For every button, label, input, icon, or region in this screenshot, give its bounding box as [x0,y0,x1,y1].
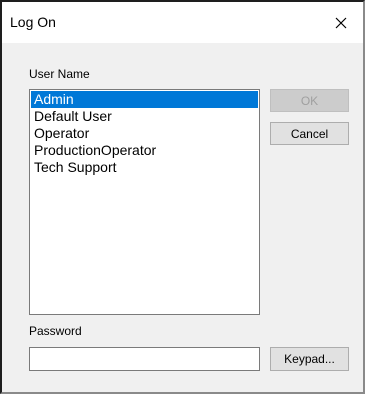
ok-button[interactable]: OK [270,89,349,112]
user-name-label: User Name [29,67,90,81]
cancel-button[interactable]: Cancel [270,122,349,145]
close-icon [335,17,347,28]
title-bar: Log On [2,2,363,43]
list-item-production-operator[interactable]: ProductionOperator [31,142,258,159]
list-item-default-user[interactable]: Default User [31,108,258,125]
user-name-listbox[interactable]: Admin Default User Operator ProductionOp… [29,89,260,315]
list-item-tech-support[interactable]: Tech Support [31,159,258,176]
password-input[interactable] [29,347,260,371]
log-on-dialog: Log On User Name Admin Default User Oper… [0,0,365,394]
close-button[interactable] [319,2,363,43]
password-label: Password [29,324,82,338]
keypad-button[interactable]: Keypad... [270,347,349,371]
window-title: Log On [10,14,56,30]
list-item-operator[interactable]: Operator [31,125,258,142]
list-item-admin[interactable]: Admin [31,91,258,108]
